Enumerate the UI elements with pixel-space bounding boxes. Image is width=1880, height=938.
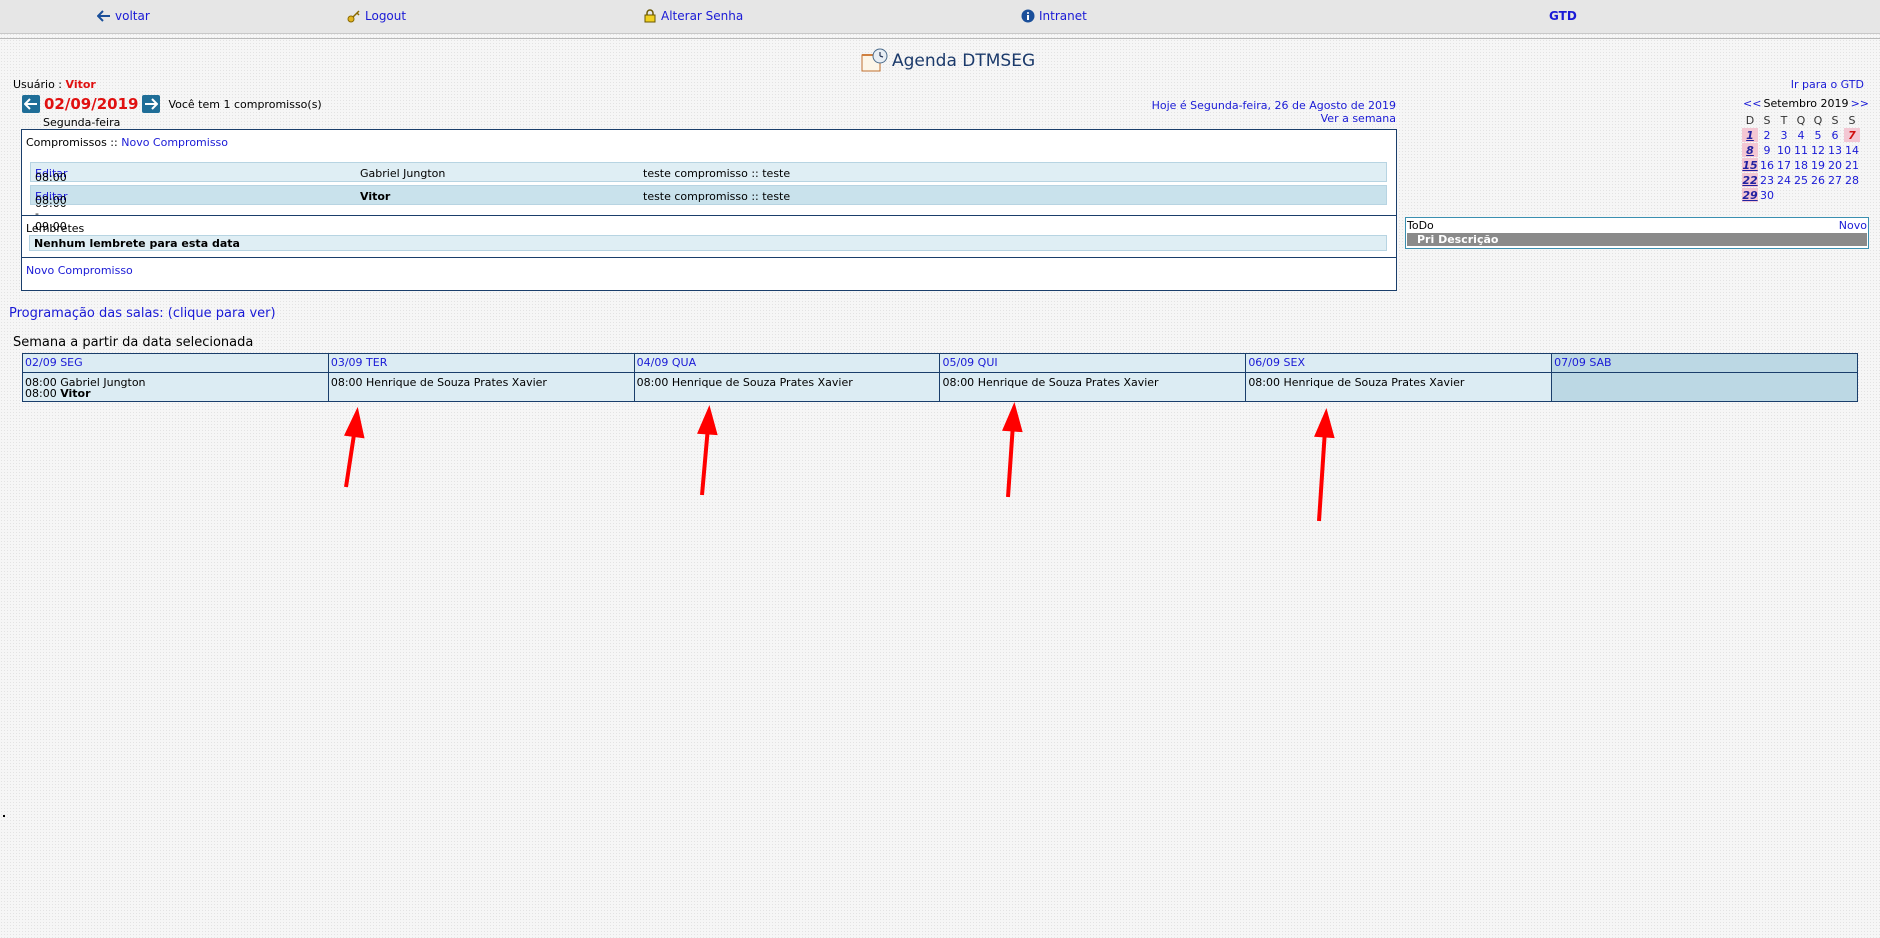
- annotation-arrow-icon: [1006, 423, 1015, 498]
- stray-dot: [3, 815, 5, 817]
- annotation-arrow-icon: [700, 426, 710, 496]
- annotation-arrow-icon: [1317, 429, 1327, 522]
- annotation-arrowhead-icon: [344, 406, 365, 439]
- annotation-arrowhead-icon: [697, 404, 718, 436]
- annotation-arrowhead-icon: [1002, 401, 1023, 433]
- annotation-arrows: [344, 401, 1335, 522]
- annotation-arrowhead-icon: [1314, 407, 1335, 439]
